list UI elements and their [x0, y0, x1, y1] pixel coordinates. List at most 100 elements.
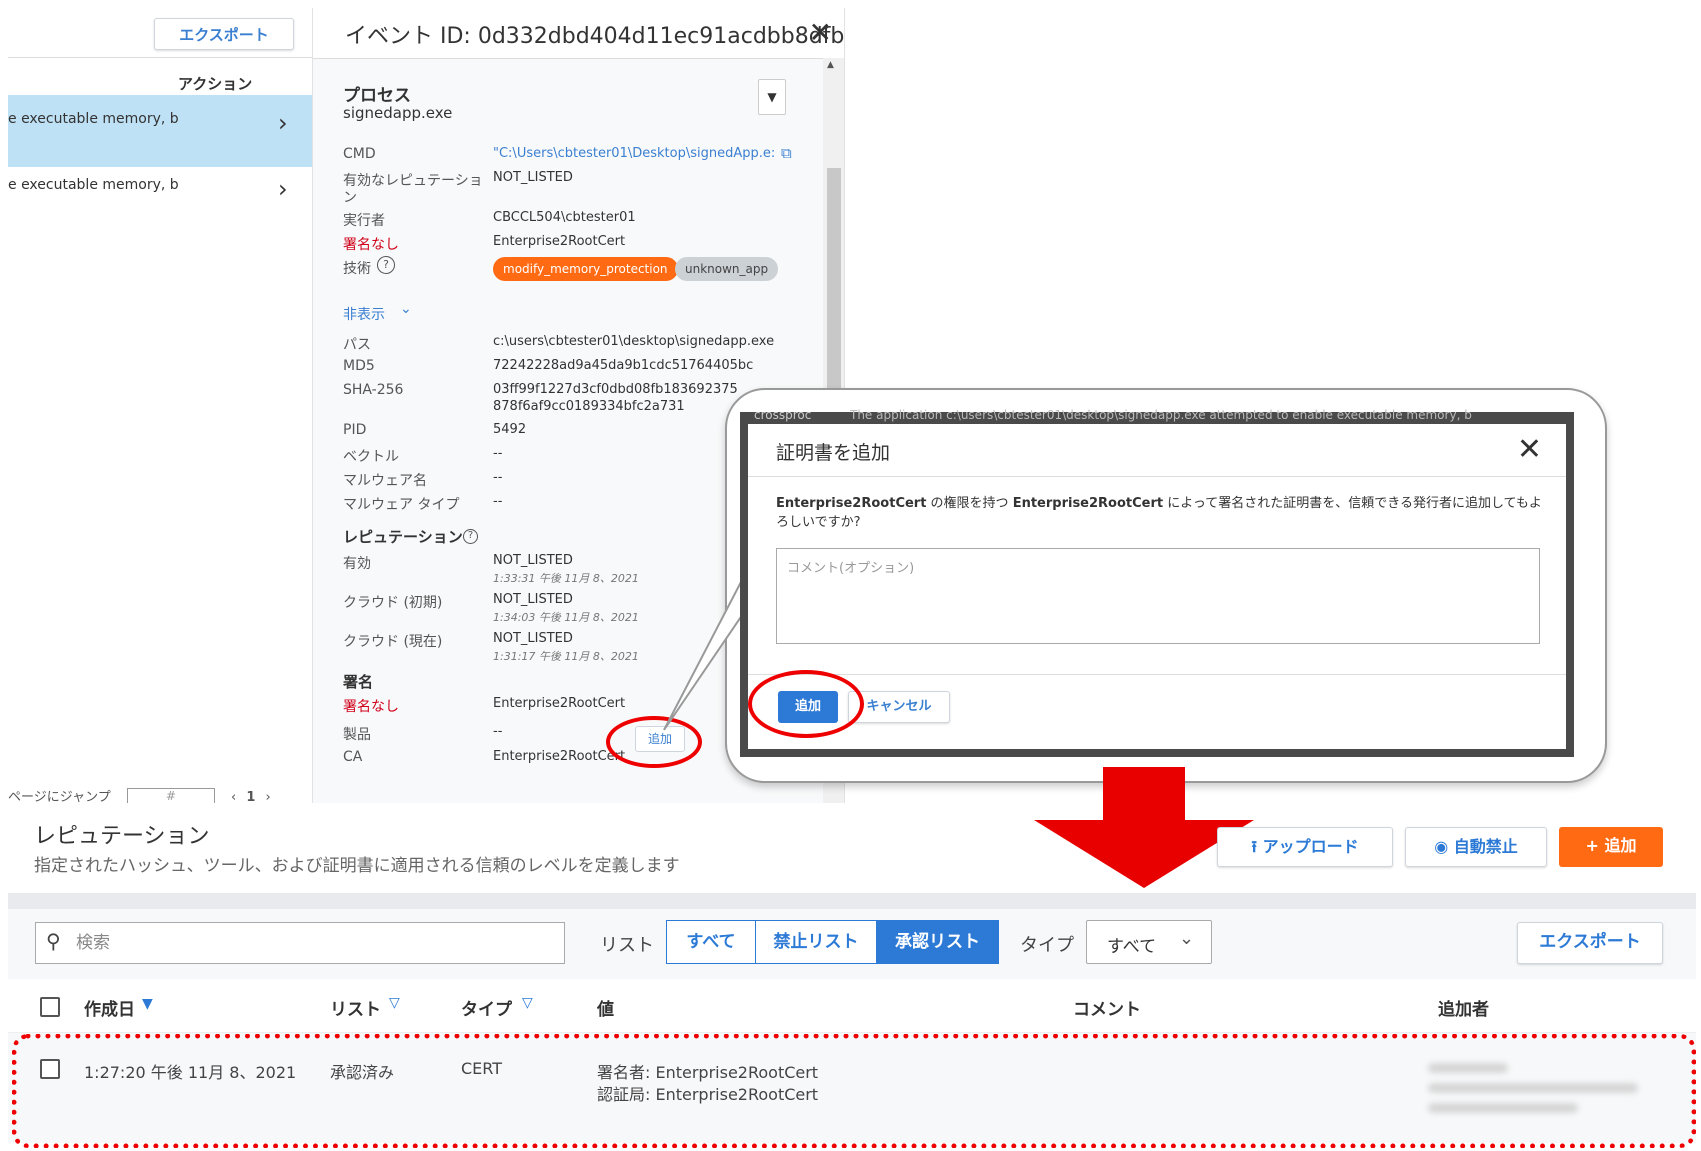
filter-toolbar: 検索 ⚲ リスト すべて 禁止リスト 承認リスト タイプ すべて ⌄ エクスポー… [8, 909, 1696, 979]
bg-text-left: crossproc [754, 408, 812, 422]
section-divider [8, 893, 1696, 909]
list-header: エクスポート [8, 8, 312, 58]
external-link-icon[interactable]: ⧉ [781, 144, 792, 162]
highlight-ring [748, 670, 864, 738]
plus-icon: + [1585, 836, 1599, 855]
reputation-title: レピュテーション [343, 528, 463, 546]
detail-label: PID [343, 422, 367, 438]
page-jump-input[interactable]: # [126, 787, 215, 803]
sort-desc-icon[interactable]: ▼ [142, 996, 153, 1012]
tag-technique[interactable]: unknown_app [675, 257, 779, 281]
col-type[interactable]: タイプ [461, 995, 512, 1020]
col-created[interactable]: 作成日 [84, 995, 135, 1020]
add-label: 追加 [1604, 836, 1637, 855]
detail-label: パス [343, 337, 371, 353]
export-button[interactable]: エクスポート [154, 18, 294, 50]
chevron-down-icon[interactable]: ⌄ [400, 301, 412, 317]
select-all-checkbox[interactable] [40, 997, 60, 1017]
sig-value: -- [493, 724, 503, 739]
rep-label: クラウド (初期) [343, 595, 443, 611]
chevron-right-icon[interactable]: › [278, 175, 288, 203]
column-action: アクション [178, 75, 253, 93]
rep-label: クラウド (現在) [343, 634, 443, 650]
detail-label: ベクトル [343, 449, 399, 465]
auto-ban-button[interactable]: ◉ 自動禁止 [1405, 827, 1547, 867]
hide-toggle[interactable]: 非表示 [343, 304, 385, 324]
detail-label: マルウェア タイプ [343, 497, 460, 513]
help-icon[interactable]: ? [463, 529, 478, 544]
sig-label-unsigned: 署名なし [343, 699, 399, 715]
type-label: タイプ [1020, 935, 1074, 956]
close-icon[interactable]: ✕ [809, 16, 832, 49]
field-label: 実行者 [343, 213, 385, 229]
field-value: CBCCL504\cbtester01 [493, 210, 636, 225]
row-text: e executable memory, b [8, 177, 179, 193]
rep-time: 1:31:17 午後 11月 8、2021 [493, 650, 639, 663]
process-title: プロセス [343, 86, 411, 106]
close-icon[interactable]: ✕ [1517, 432, 1542, 467]
chevron-right-icon[interactable]: › [278, 109, 288, 137]
detail-value: 72242228ad9a45da9b1cdc51764405bc [493, 358, 754, 373]
comment-textarea[interactable]: コメント(オプション) [776, 548, 1540, 644]
prev-page-icon[interactable]: ‹ [231, 790, 236, 803]
next-page-icon[interactable]: › [266, 790, 271, 803]
row-text: e executable memory, b [8, 111, 179, 127]
field-label: 有効なレピュテーショ [343, 173, 483, 189]
sig-label: 製品 [343, 727, 371, 743]
sig-label: CA [343, 749, 363, 765]
search-input[interactable]: 検索 [35, 922, 565, 964]
rep-label: 有効 [343, 556, 371, 572]
pager: ページにジャンプ # ‹ 1 › [8, 786, 271, 803]
col-added-by: 追加者 [1438, 1000, 1489, 1020]
cmd-value[interactable]: "C:\Users\cbtester01\Desktop\signedApp.e… [493, 146, 775, 161]
type-select-value: すべて [1107, 937, 1157, 957]
upload-icon: ⭱ [1251, 837, 1257, 856]
msg-text: の権限を持つ [926, 496, 1013, 511]
event-id-title: イベント ID: 0d332dbd404d11ec91acdbb8dfb4 [345, 24, 845, 49]
field-value: NOT_LISTED [493, 170, 573, 185]
signature-title: 署名 [343, 673, 374, 691]
process-name: signedapp.exe [343, 104, 453, 122]
detail-value: c:\users\cbtester01\desktop\signedapp.ex… [493, 334, 775, 349]
dialog-title: 証明書を追加 [776, 442, 891, 464]
list-label: リスト [600, 935, 654, 956]
field-label-wrap: ン [343, 190, 357, 206]
search-icon: ⚲ [46, 929, 61, 953]
col-comment: コメント [1073, 1000, 1141, 1020]
tag-technique[interactable]: modify_memory_protection [493, 257, 678, 281]
segment-all[interactable]: すべて [666, 920, 756, 964]
page-title: レピュテーション [34, 824, 210, 849]
rep-value: NOT_LISTED [493, 592, 573, 607]
segment-banned[interactable]: 禁止リスト [755, 920, 877, 964]
alerts-list-panel: エクスポート アクション e executable memory, b › e … [8, 8, 313, 803]
export-button[interactable]: エクスポート [1517, 922, 1663, 964]
chevron-down-icon[interactable]: ▼ [758, 79, 786, 115]
col-value: 値 [597, 1000, 614, 1020]
list-row-selected[interactable]: e executable memory, b › [8, 95, 312, 167]
col-list[interactable]: リスト [330, 995, 381, 1020]
field-value: Enterprise2RootCert [493, 234, 626, 249]
upload-button[interactable]: ⭱ アップロード [1217, 827, 1393, 867]
help-icon[interactable]: ? [377, 256, 395, 274]
segment-approved[interactable]: 承認リスト [876, 920, 999, 964]
flow-arrow-shaft [1103, 767, 1185, 825]
detail-value: -- [493, 470, 503, 485]
rep-time: 1:33:31 午後 11月 8、2021 [493, 572, 639, 585]
sig-value: Enterprise2RootCert [493, 749, 626, 764]
msg-bold: Enterprise2RootCert [776, 496, 927, 511]
detail-value: -- [493, 446, 503, 461]
current-page: 1 [246, 790, 256, 803]
upload-label: アップロード [1262, 837, 1359, 856]
list-row[interactable]: e executable memory, b › [8, 161, 312, 233]
rep-value: NOT_LISTED [493, 631, 573, 646]
divider [748, 674, 1566, 675]
add-button[interactable]: + 追加 [1559, 827, 1663, 867]
add-cert-dialog: 証明書を追加 ✕ Enterprise2RootCert の権限を持つ Ente… [748, 424, 1566, 749]
rep-time: 1:34:03 午後 11月 8、2021 [493, 611, 639, 624]
filter-chevron-icon[interactable]: ▽ [389, 995, 400, 1011]
scroll-up-icon[interactable]: ▲ [827, 60, 834, 70]
filter-chevron-icon[interactable]: ▽ [522, 995, 533, 1011]
type-select[interactable]: すべて ⌄ [1086, 920, 1212, 964]
field-label: CMD [343, 146, 376, 162]
highlight-dashed-box [12, 1034, 1696, 1148]
